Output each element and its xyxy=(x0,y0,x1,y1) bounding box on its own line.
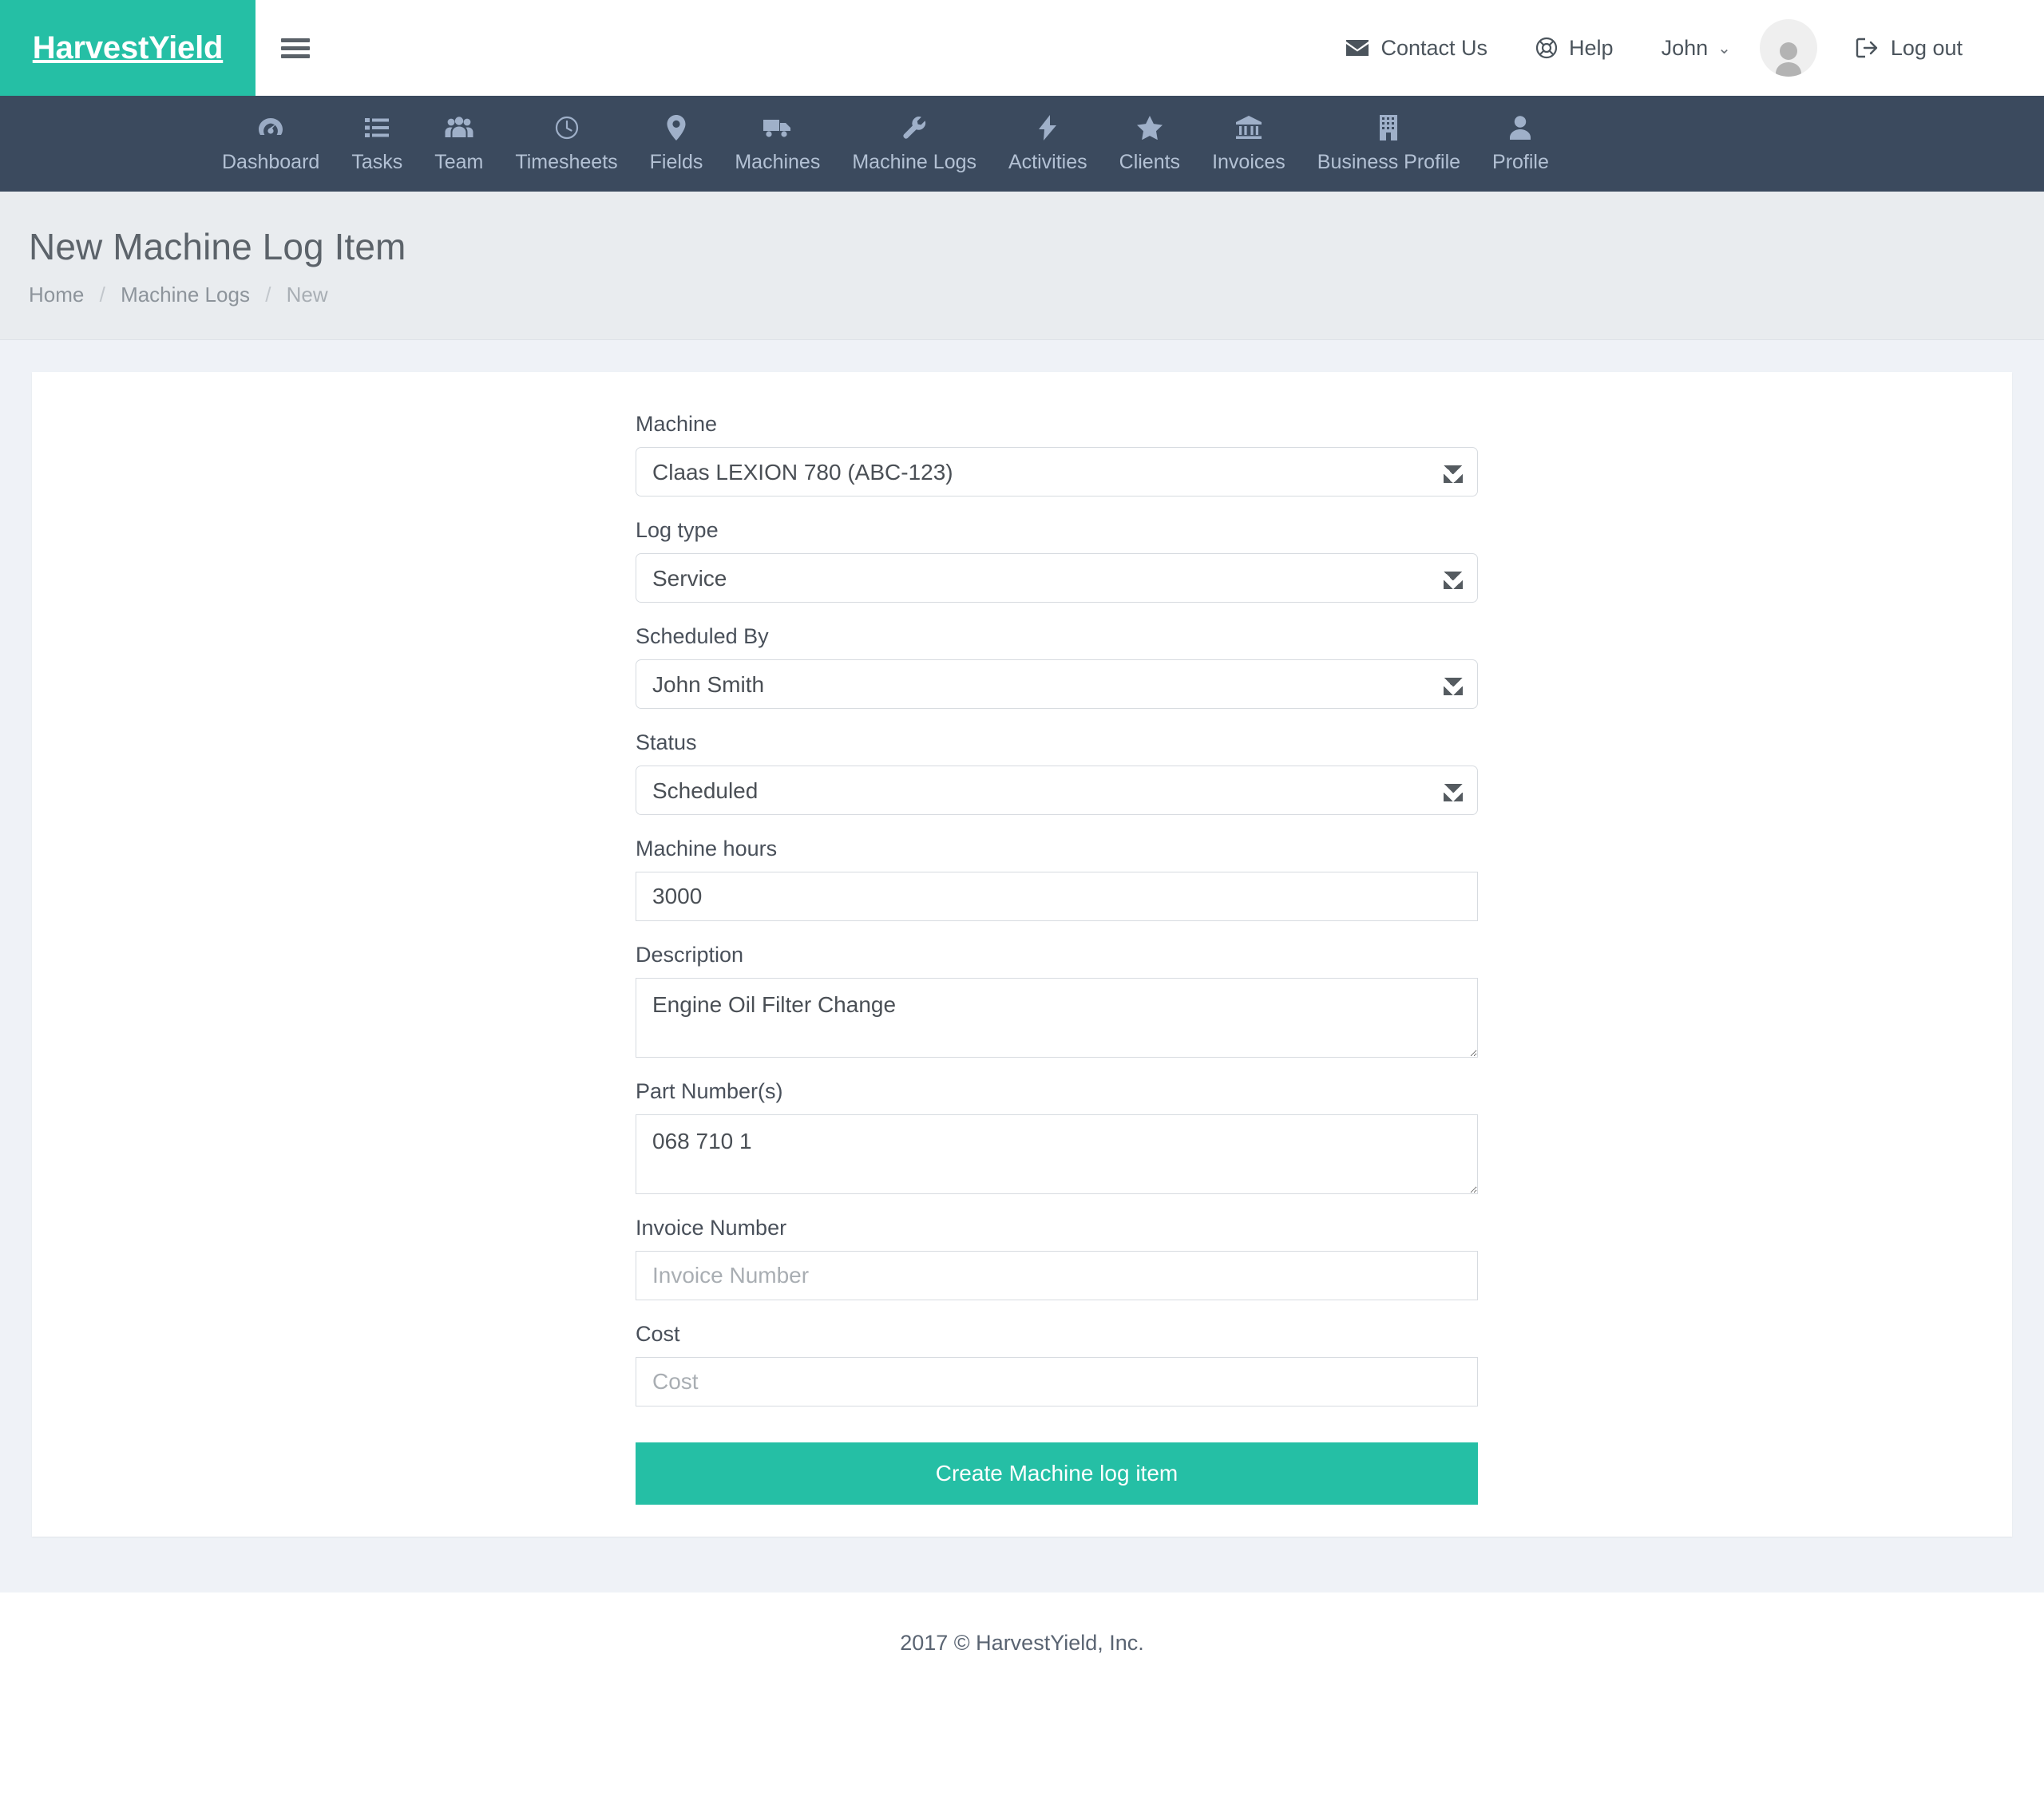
contact-us-label: Contact Us xyxy=(1380,35,1488,60)
nav-label: Invoices xyxy=(1212,150,1285,173)
field-group-part-numbers: Part Number(s) 068 710 1 xyxy=(636,1079,1478,1194)
log-type-select[interactable]: Service xyxy=(636,553,1478,603)
nav-item-activities[interactable]: Activities xyxy=(992,114,1103,174)
map-pin-icon xyxy=(667,114,686,141)
nav-item-team[interactable]: Team xyxy=(418,114,499,174)
description-label: Description xyxy=(636,943,744,967)
field-group-invoice-number: Invoice Number xyxy=(636,1216,1478,1300)
machine-select[interactable]: Claas LEXION 780 (ABC-123) xyxy=(636,447,1478,497)
dashboard-gauge-icon xyxy=(258,114,283,141)
description-textarea[interactable]: Engine Oil Filter Change xyxy=(636,978,1478,1058)
building-icon xyxy=(1379,114,1398,141)
field-group-status: Status Scheduled xyxy=(636,730,1478,815)
nav-item-invoices[interactable]: Invoices xyxy=(1196,114,1301,174)
cost-input[interactable] xyxy=(636,1357,1478,1406)
nav-label: Tasks xyxy=(351,150,403,173)
clock-icon xyxy=(555,114,579,141)
breadcrumb-current: New xyxy=(286,283,328,307)
nav-item-profile[interactable]: Profile xyxy=(1476,114,1565,174)
nav-item-machine-logs[interactable]: Machine Logs xyxy=(836,114,992,174)
page-header: New Machine Log Item Home / Machine Logs… xyxy=(0,192,2044,340)
status-select[interactable]: Scheduled xyxy=(636,766,1478,815)
user-menu-label: John xyxy=(1661,35,1709,60)
logout-label: Log out xyxy=(1890,35,1963,60)
breadcrumb-separator: / xyxy=(265,283,271,307)
hamburger-icon xyxy=(281,34,310,62)
nav-item-machines[interactable]: Machines xyxy=(719,114,836,174)
nav-label: Activities xyxy=(1008,150,1087,173)
main-navigation: Dashboard Tasks Team Timesheets Fields M… xyxy=(0,96,2044,192)
field-group-machine: Machine Claas LEXION 780 (ABC-123) xyxy=(636,412,1478,497)
top-header-spacer xyxy=(335,0,1321,96)
field-group-scheduled-by: Scheduled By John Smith xyxy=(636,624,1478,709)
user-icon xyxy=(1510,114,1531,141)
invoice-number-input[interactable] xyxy=(636,1251,1478,1300)
nav-label: Machines xyxy=(735,150,821,173)
breadcrumb-machine-logs[interactable]: Machine Logs xyxy=(121,283,250,307)
envelope-icon xyxy=(1345,38,1369,57)
bank-icon xyxy=(1235,114,1262,141)
lifebuoy-icon xyxy=(1535,37,1558,59)
field-group-machine-hours: Machine hours xyxy=(636,837,1478,921)
nav-label: Team xyxy=(434,150,484,173)
scheduled-by-select[interactable]: John Smith xyxy=(636,659,1478,709)
invoice-number-label: Invoice Number xyxy=(636,1216,787,1240)
part-numbers-label: Part Number(s) xyxy=(636,1079,783,1103)
page-title: New Machine Log Item xyxy=(29,226,406,267)
part-numbers-textarea[interactable]: 068 710 1 xyxy=(636,1114,1478,1194)
scheduled-by-label: Scheduled By xyxy=(636,624,769,648)
menu-toggle-button[interactable] xyxy=(256,0,335,96)
breadcrumb-home[interactable]: Home xyxy=(29,283,84,307)
people-group-icon xyxy=(445,114,473,141)
help-link[interactable]: Help xyxy=(1511,36,1638,61)
machine-log-form: Machine Claas LEXION 780 (ABC-123) Log t… xyxy=(636,412,1478,1505)
nav-label: Dashboard xyxy=(222,150,320,173)
user-menu-link[interactable]: John ⌄ xyxy=(1638,36,1755,61)
nav-item-timesheets[interactable]: Timesheets xyxy=(499,114,633,174)
top-header-bar: HarvestYield Contact Us Help John ⌄ Log … xyxy=(0,0,2044,96)
nav-item-business-profile[interactable]: Business Profile xyxy=(1301,114,1476,174)
nav-item-tasks[interactable]: Tasks xyxy=(335,114,418,174)
list-icon xyxy=(365,114,390,141)
cost-label: Cost xyxy=(636,1322,680,1346)
truck-icon xyxy=(763,114,792,141)
contact-us-link[interactable]: Contact Us xyxy=(1321,36,1511,61)
log-type-label: Log type xyxy=(636,518,719,542)
field-group-description: Description Engine Oil Filter Change xyxy=(636,943,1478,1058)
footer-copyright: 2017 © HarvestYield, Inc. xyxy=(900,1631,1144,1655)
main-content: Machine Claas LEXION 780 (ABC-123) Log t… xyxy=(0,340,2044,1592)
nav-label: Profile xyxy=(1492,150,1549,173)
field-group-cost: Cost xyxy=(636,1322,1478,1406)
avatar[interactable] xyxy=(1759,19,1817,77)
nav-label: Clients xyxy=(1119,150,1181,173)
help-label: Help xyxy=(1569,35,1614,60)
wrench-icon xyxy=(902,114,926,141)
breadcrumb: Home / Machine Logs / New xyxy=(29,283,2044,307)
machine-hours-input[interactable] xyxy=(636,872,1478,921)
nav-label: Machine Logs xyxy=(852,150,976,173)
field-group-log-type: Log type Service xyxy=(636,518,1478,603)
nav-label: Timesheets xyxy=(515,150,618,173)
machine-hours-label: Machine hours xyxy=(636,837,778,861)
nav-label: Fields xyxy=(649,150,703,173)
star-icon xyxy=(1136,114,1163,141)
breadcrumb-separator: / xyxy=(99,283,105,307)
nav-item-dashboard[interactable]: Dashboard xyxy=(206,114,335,174)
nav-item-fields[interactable]: Fields xyxy=(634,114,719,174)
form-card: Machine Claas LEXION 780 (ABC-123) Log t… xyxy=(32,372,2012,1537)
machine-label: Machine xyxy=(636,412,718,436)
nav-label: Business Profile xyxy=(1317,150,1461,173)
footer: 2017 © HarvestYield, Inc. xyxy=(0,1592,2044,1703)
create-machine-log-item-button[interactable]: Create Machine log item xyxy=(636,1442,1478,1505)
brand-logo[interactable]: HarvestYield xyxy=(0,0,256,96)
top-header-actions: Contact Us Help John ⌄ Log out xyxy=(1321,0,2044,96)
logout-icon xyxy=(1856,38,1880,58)
status-label: Status xyxy=(636,730,697,754)
bolt-icon xyxy=(1039,114,1057,141)
nav-item-clients[interactable]: Clients xyxy=(1103,114,1196,174)
chevron-down-icon: ⌄ xyxy=(1717,39,1731,57)
logout-link[interactable]: Log out xyxy=(1832,36,1987,61)
